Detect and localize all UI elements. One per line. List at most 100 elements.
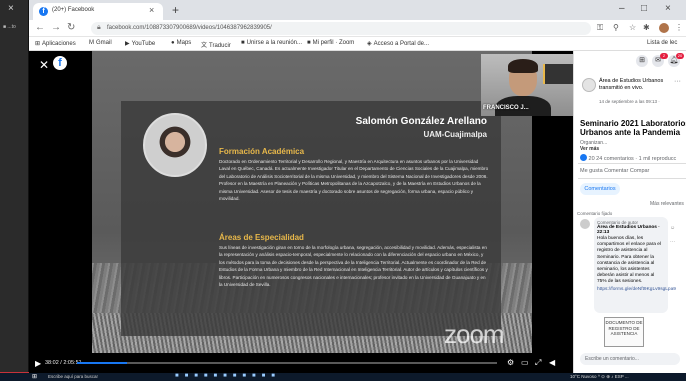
bookmark-label: Gmail — [96, 40, 112, 46]
bookmark-item[interactable]: ■ Mi perfil · Zoom — [307, 40, 354, 46]
youtube-icon: ▶ — [125, 41, 130, 47]
reaction-summary[interactable]: 20 24 comentarios · 1 mil reproducc — [580, 154, 676, 162]
grid-menu-icon[interactable]: ⊞ — [636, 55, 648, 67]
bookmark-item[interactable]: M Gmail — [89, 40, 112, 46]
system-tray: 10°C Nuvoso ^ ⊙ ⊕ ♪ ESP ... — [570, 374, 629, 379]
emoji-icon[interactable]: ☺ — [670, 221, 675, 235]
background-window: × ■ ...to — [0, 0, 29, 381]
section-text-areas: Sus líneas de investigación giran en tor… — [219, 245, 488, 288]
profile-avatar[interactable] — [659, 23, 669, 33]
post-timestamp[interactable]: 14 de septiembre a las 09:13 · — [599, 99, 669, 105]
bookmarks-bar: ⊞ Aplicaciones M Gmail ▶ YouTube ● Maps 文 Traduci… — [29, 37, 686, 51]
commenter-avatar[interactable] — [580, 219, 590, 229]
bookmark-label: Maps — [176, 40, 192, 46]
close-window-button[interactable]: × — [665, 3, 671, 14]
reload-icon[interactable]: ↻ — [67, 22, 75, 33]
speaker-institution: UAM-Cuajimalpa — [423, 130, 487, 139]
tab-facebook[interactable]: f (20+) Facebook × — [33, 3, 163, 20]
apps-icon: ⊞ — [35, 41, 41, 47]
speaker-photo — [143, 113, 207, 177]
speaker-card: Salomón González Arellano UAM-Cuajimalpa… — [121, 101, 501, 336]
menu-icon[interactable]: ⋮ — [675, 23, 683, 32]
close-video-icon[interactable]: ✕ — [39, 58, 49, 72]
comment-text: Hola buenos días, les compartimos el enl… — [597, 236, 661, 285]
player-controls: ▶ 38:02 / 2:05:51 ⚙ ▭ ⤢ ◀ — [29, 353, 573, 373]
bookmark-item[interactable]: ■ Unirse a la reunión... — [241, 40, 302, 46]
attached-document[interactable]: DOCUMENTO DE REGISTRO DE ASISTENCIA — [604, 317, 644, 347]
speaker-name: Salomón González Arellano — [355, 116, 487, 127]
bookmark-icon: ■ — [307, 40, 311, 46]
zoom-icon[interactable]: ⚲ — [613, 23, 619, 32]
bookmark-label: Traducir — [209, 43, 231, 49]
url-field[interactable]: 🔒︎ facebook.com/108873307900689/videos/1… — [91, 22, 591, 35]
presenter-name: FRANCISCO J... — [483, 105, 529, 111]
comment-input[interactable]: Escribe un comentario... — [580, 353, 680, 365]
section-heading-formacion: Formación Académica — [219, 147, 305, 156]
translate-icon: 文 — [201, 43, 208, 49]
star-icon[interactable]: ☆ — [629, 23, 636, 32]
comments-tab[interactable]: Comentarios — [580, 183, 620, 195]
bookmark-item[interactable]: ◈ Acceso a Portal de... — [367, 40, 429, 47]
taskbar-search[interactable]: Escribe aquí para buscar — [48, 374, 98, 379]
presenter-banner — [543, 64, 573, 84]
settings-icon[interactable]: ⚙ — [507, 358, 514, 367]
progress-track[interactable] — [77, 362, 497, 364]
back-icon[interactable]: ← — [35, 22, 45, 33]
bookmark-label: YouTube — [131, 41, 156, 47]
page-name[interactable]: Área de Estudios Urbanos transmitió en v… — [599, 78, 669, 91]
gmail-icon: M — [89, 40, 94, 46]
reading-list[interactable]: Lista de lec — [647, 40, 677, 46]
play-icon[interactable]: ▶ — [35, 359, 41, 368]
bookmark-item[interactable]: ⊞ Aplicaciones — [35, 40, 76, 47]
video-player[interactable]: ✕ f Salomón González Arellano UAM-Cuajim… — [29, 51, 573, 373]
section-heading-areas: Áreas de Especialidad — [219, 233, 304, 242]
bookmark-item[interactable]: ▶ YouTube — [125, 40, 155, 47]
minimize-button[interactable]: – — [619, 3, 625, 14]
window-label: ■ ...to — [3, 24, 16, 30]
bookmark-item[interactable]: 文 Traducir — [201, 40, 231, 49]
extensions-icon[interactable]: ✱ — [643, 23, 650, 32]
taskbar-apps[interactable]: ■■■■■■■■■■■ — [175, 373, 281, 379]
close-icon[interactable]: × — [8, 3, 14, 14]
see-more-link[interactable]: Ver más — [580, 146, 599, 152]
comment-link[interactable]: https://forms.gle/deNft9KgLv9sgLpa9 — [597, 287, 676, 293]
url-text: facebook.com/108873307900689/videos/1046… — [107, 25, 272, 31]
bookmark-label: Mi perfil · Zoom — [312, 40, 355, 46]
comment-sort-dropdown[interactable]: Más relevantes — [650, 201, 684, 207]
taskbar: ⊞ Escribe aquí para buscar ■■■■■■■■■■■ 1… — [0, 373, 686, 381]
post-sidebar: ⊞ ✉ 2 🔔︎ 20 Área de Estudios Urbanos tra… — [573, 51, 686, 373]
pinned-comment-label: Comentario fijado — [577, 211, 613, 216]
tab-bar: f (20+) Facebook × + – □ × — [29, 0, 686, 20]
pip-icon[interactable]: ▭ — [521, 358, 529, 367]
post-title: Seminario 2021 Laboratorios Urbanos ante… — [580, 119, 686, 137]
zoom-watermark: zoom — [444, 319, 505, 349]
more-options-icon[interactable]: ··· — [674, 78, 681, 85]
address-toolbar: ← → ↻ 🔒︎ facebook.com/108873307900689/vi… — [29, 20, 686, 37]
comment-bubble: Comentario de autor Área de Estudios Urb… — [594, 217, 676, 313]
bookmark-item[interactable]: ● Maps — [171, 40, 191, 46]
post-actions[interactable]: Me gusta Comentar Compar — [580, 168, 649, 174]
like-reaction-icon — [580, 154, 587, 161]
forward-icon[interactable]: → — [51, 22, 61, 33]
windows-start-icon[interactable]: ⊞ — [32, 373, 37, 380]
volume-icon[interactable]: ◀ — [549, 358, 555, 367]
page-avatar[interactable] — [582, 78, 596, 92]
presentation-slide: Salomón González Arellano UAM-Cuajimalpa… — [92, 51, 532, 353]
more-comment-icon[interactable]: ··· — [670, 235, 675, 249]
bookmark-label: Unirse a la reunión... — [246, 40, 302, 46]
key-icon[interactable]: ⚿ — [597, 23, 603, 33]
notifications-badge: 20 — [676, 53, 684, 59]
maps-icon: ● — [171, 40, 175, 46]
progress-fill — [77, 362, 128, 364]
comment-author[interactable]: Área de Estudios Urbanos · 22:13 — [597, 225, 665, 235]
tab-title: (20+) Facebook — [52, 7, 95, 13]
tab-close-icon[interactable]: × — [149, 5, 154, 15]
bookmark-icon: ◈ — [367, 41, 372, 47]
new-tab-button[interactable]: + — [172, 3, 179, 17]
bookmark-label: Acceso a Portal de... — [373, 41, 429, 47]
section-text-formacion: Doctorado en Ordenamiento Territorial y … — [219, 159, 489, 202]
fullscreen-icon[interactable]: ⤢ — [535, 358, 541, 368]
messenger-badge: 2 — [660, 53, 668, 59]
maximize-button[interactable]: □ — [641, 3, 647, 14]
facebook-logo-icon[interactable]: f — [53, 56, 67, 70]
